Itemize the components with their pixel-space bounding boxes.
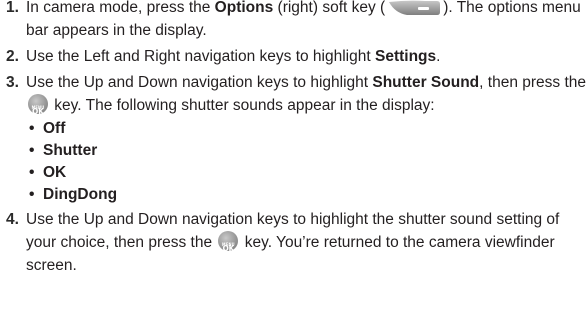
shutter-sound-options: • Off • Shutter • OK • DingDong [26, 118, 586, 206]
menu-ok-key-icon: MENU OK [218, 231, 239, 253]
list-item: • Off [29, 119, 66, 137]
step-number: 4. [6, 210, 19, 228]
right-soft-key-icon [387, 0, 441, 16]
step-text: Use the Up and Down navigation keys to h… [26, 210, 560, 274]
menu-ok-key-icon: MENU OK [28, 94, 48, 116]
shutter-sound-label: Shutter Sound [372, 73, 480, 91]
step-4: 4. Use the Up and Down navigation keys t… [0, 209, 586, 278]
settings-label: Settings [374, 48, 437, 65]
step-number: 1. [6, 0, 19, 16]
list-item: • Shutter [29, 141, 98, 159]
step-text: Use the Up and Down navigation keys to h… [26, 73, 586, 117]
list-item: • OK [29, 163, 67, 181]
step-2: 2. Use the Left and Right navigation key… [0, 46, 586, 69]
list-item: • DingDong [29, 185, 118, 203]
options-label: Options [214, 0, 274, 16]
step-number: 3. [6, 73, 19, 91]
instruction-document: 1. In camera mode, press the Options (ri… [0, 0, 586, 277]
step-text: Use the Left and Right navigation keys t… [26, 48, 441, 65]
steps-list: 1. In camera mode, press the Options (ri… [0, 0, 586, 277]
step-1: 1. In camera mode, press the Options (ri… [0, 0, 586, 42]
step-number: 2. [6, 48, 19, 65]
step-text: In camera mode, press the Options (right… [26, 0, 581, 39]
step-3: 3. Use the Up and Down navigation keys t… [0, 72, 586, 206]
